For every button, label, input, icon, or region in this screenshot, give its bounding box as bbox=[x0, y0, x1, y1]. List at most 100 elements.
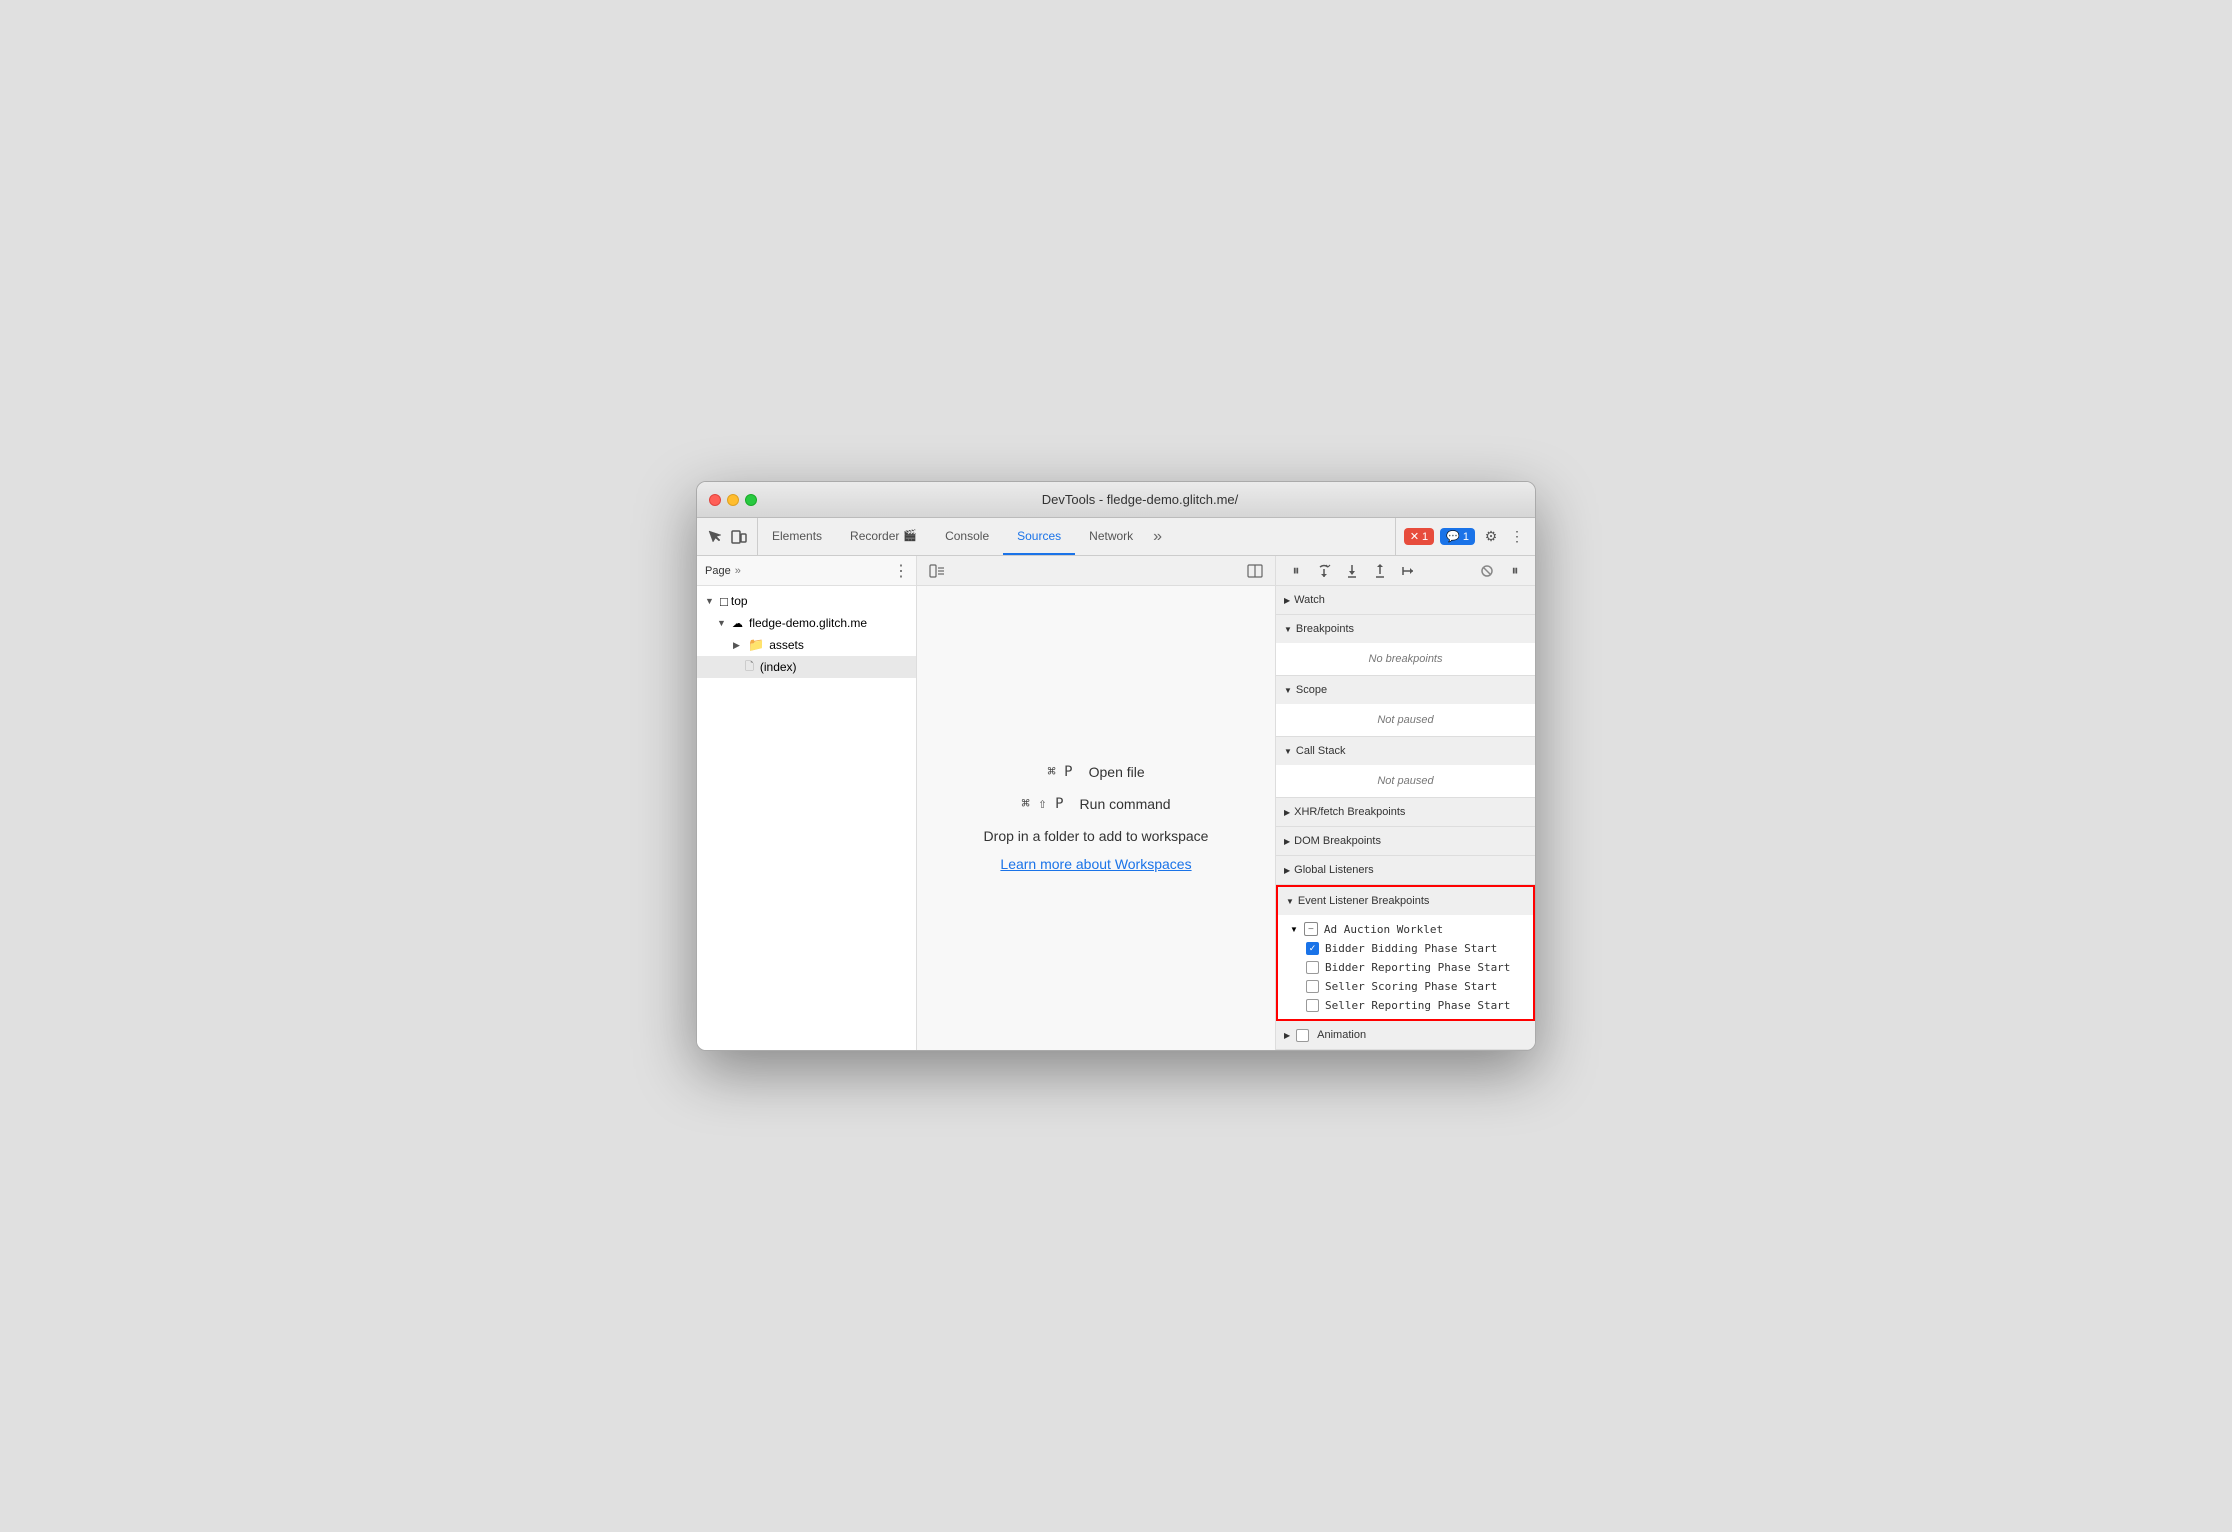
section-breakpoints: ▼ Breakpoints No breakpoints bbox=[1276, 615, 1535, 676]
folder-icon: □ bbox=[720, 594, 728, 609]
more-options-icon[interactable]: ⋮ bbox=[1507, 527, 1527, 547]
maximize-button[interactable] bbox=[745, 494, 757, 506]
ad-auction-collapse-icon: − bbox=[1304, 922, 1318, 936]
workspace-link[interactable]: Learn more about Workspaces bbox=[1000, 856, 1191, 872]
error-badge[interactable]: ✕ 1 bbox=[1404, 528, 1434, 545]
cloud-icon: ☁ bbox=[732, 617, 743, 630]
tree-item-index[interactable]: 🗋 (index) bbox=[697, 656, 916, 678]
bp-label-bidder-bidding: Bidder Bidding Phase Start bbox=[1325, 942, 1497, 955]
checkbox-bidder-bidding[interactable] bbox=[1306, 942, 1319, 955]
middle-panel: ⌘ P Open file ⌘ ⇧ P Run command Drop in … bbox=[917, 556, 1275, 1050]
pause-button[interactable]: ⏸ bbox=[1284, 559, 1308, 583]
title-bar: DevTools - fledge-demo.glitch.me/ bbox=[697, 482, 1535, 518]
arrow-down-icon: ▼ bbox=[705, 596, 717, 606]
main-content: Page » ⋮ ▼ □ top ▼ ☁ fledge-demo.glitch.… bbox=[697, 556, 1535, 1050]
middle-toolbar bbox=[917, 556, 1275, 586]
shortcut-keys-1: ⌘ P bbox=[1047, 764, 1072, 780]
section-global-header[interactable]: ▶ Global Listeners bbox=[1276, 856, 1535, 884]
section-scope-header[interactable]: ▼ Scope bbox=[1276, 676, 1535, 704]
section-event-listener-label: Event Listener Breakpoints bbox=[1298, 895, 1429, 907]
tab-sources[interactable]: Sources bbox=[1003, 518, 1075, 555]
close-button[interactable] bbox=[709, 494, 721, 506]
section-callstack-header[interactable]: ▼ Call Stack bbox=[1276, 737, 1535, 765]
shortcut-row-1: ⌘ P Open file bbox=[1047, 764, 1144, 780]
sidebar-toggle-icon[interactable] bbox=[925, 559, 949, 583]
window-title: DevTools - fledge-demo.glitch.me/ bbox=[757, 492, 1523, 507]
section-dom-label: DOM Breakpoints bbox=[1294, 835, 1381, 847]
section-breakpoints-header[interactable]: ▼ Breakpoints bbox=[1276, 615, 1535, 643]
ad-auction-worklet-label: Ad Auction Worklet bbox=[1324, 923, 1443, 936]
section-scope-label: Scope bbox=[1296, 684, 1327, 696]
section-dom-header[interactable]: ▶ DOM Breakpoints bbox=[1276, 827, 1535, 855]
tree-item-assets[interactable]: ▶ 📁 assets bbox=[697, 634, 916, 656]
breakpoints-empty-text: No breakpoints bbox=[1276, 647, 1535, 671]
checkbox-bidder-reporting[interactable] bbox=[1306, 961, 1319, 974]
step-button[interactable] bbox=[1396, 559, 1420, 583]
tab-bar-right: ✕ 1 💬 1 ⚙ ⋮ bbox=[1395, 518, 1535, 555]
section-global-label: Global Listeners bbox=[1294, 864, 1374, 876]
callstack-empty-text: Not paused bbox=[1276, 769, 1535, 793]
checkbox-seller-scoring[interactable] bbox=[1306, 980, 1319, 993]
tab-elements[interactable]: Elements bbox=[758, 518, 836, 555]
shortcut-row-2: ⌘ ⇧ P Run command bbox=[1021, 796, 1170, 812]
section-xhr-header[interactable]: ▶ XHR/fetch Breakpoints bbox=[1276, 798, 1535, 826]
scope-arrow-icon: ▼ bbox=[1284, 686, 1292, 695]
file-panel-menu[interactable]: ⋮ bbox=[893, 561, 908, 581]
section-scope-body: Not paused bbox=[1276, 704, 1535, 736]
checkbox-seller-reporting[interactable] bbox=[1306, 999, 1319, 1012]
tab-recorder[interactable]: Recorder 🎬 bbox=[836, 518, 931, 555]
info-badge[interactable]: 💬 1 bbox=[1440, 528, 1475, 545]
section-animation-label: Animation bbox=[1317, 1029, 1366, 1041]
section-event-listener-header[interactable]: ▼ Event Listener Breakpoints bbox=[1278, 887, 1533, 915]
section-dom-breakpoints: ▶ DOM Breakpoints bbox=[1276, 827, 1535, 856]
section-xhr-breakpoints: ▶ XHR/fetch Breakpoints bbox=[1276, 798, 1535, 827]
minimize-button[interactable] bbox=[727, 494, 739, 506]
tree-item-top[interactable]: ▼ □ top bbox=[697, 590, 916, 612]
pause-exceptions-button[interactable]: ⏸ bbox=[1503, 559, 1527, 583]
inspect-icon[interactable] bbox=[705, 527, 725, 547]
section-animation: ▶ Animation bbox=[1276, 1021, 1535, 1050]
deactivate-breakpoints-button[interactable] bbox=[1475, 559, 1499, 583]
section-breakpoints-body: No breakpoints bbox=[1276, 643, 1535, 675]
watch-arrow-icon: ▶ bbox=[1284, 596, 1290, 605]
file-panel-title: Page bbox=[705, 565, 731, 577]
bp-seller-reporting[interactable]: Seller Reporting Phase Start bbox=[1278, 996, 1533, 1015]
section-watch: ▶ Watch bbox=[1276, 586, 1535, 615]
xhr-arrow-icon: ▶ bbox=[1284, 808, 1290, 817]
bp-label-bidder-reporting: Bidder Reporting Phase Start bbox=[1325, 961, 1510, 974]
tabs: Elements Recorder 🎬 Console Sources Netw… bbox=[758, 518, 1395, 555]
more-tabs-button[interactable]: » bbox=[1147, 518, 1168, 555]
toggle-device-icon[interactable] bbox=[729, 527, 749, 547]
step-out-button[interactable] bbox=[1368, 559, 1392, 583]
scope-empty-text: Not paused bbox=[1276, 708, 1535, 732]
tree-item-domain[interactable]: ▼ ☁ fledge-demo.glitch.me bbox=[697, 612, 916, 634]
animation-checkbox[interactable] bbox=[1296, 1029, 1309, 1042]
step-into-button[interactable] bbox=[1340, 559, 1364, 583]
shortcut-label-2: Run command bbox=[1080, 796, 1171, 812]
breakpoints-arrow-icon: ▼ bbox=[1284, 625, 1292, 634]
section-watch-label: Watch bbox=[1294, 594, 1325, 606]
section-watch-header[interactable]: ▶ Watch bbox=[1276, 586, 1535, 614]
drop-label: Drop in a folder to add to workspace bbox=[984, 828, 1209, 844]
step-over-button[interactable] bbox=[1312, 559, 1336, 583]
settings-icon[interactable]: ⚙ bbox=[1481, 527, 1501, 547]
section-callstack: ▼ Call Stack Not paused bbox=[1276, 737, 1535, 798]
bp-label-seller-scoring: Seller Scoring Phase Start bbox=[1325, 980, 1497, 993]
bp-seller-scoring[interactable]: Seller Scoring Phase Start bbox=[1278, 977, 1533, 996]
tree-label-domain: fledge-demo.glitch.me bbox=[749, 616, 867, 630]
debugger-toolbar: ⏸ bbox=[1276, 556, 1535, 586]
section-scope: ▼ Scope Not paused bbox=[1276, 676, 1535, 737]
subsection-ad-auction-worklet[interactable]: ▼ − Ad Auction Worklet bbox=[1278, 919, 1533, 939]
dom-arrow-icon: ▶ bbox=[1284, 837, 1290, 846]
tab-network[interactable]: Network bbox=[1075, 518, 1147, 555]
callstack-arrow-icon: ▼ bbox=[1284, 747, 1292, 756]
panel-layout-icon[interactable] bbox=[1243, 559, 1267, 583]
file-panel-more[interactable]: » bbox=[735, 565, 741, 577]
tab-console[interactable]: Console bbox=[931, 518, 1003, 555]
bp-bidder-reporting[interactable]: Bidder Reporting Phase Start bbox=[1278, 958, 1533, 977]
section-animation-header[interactable]: ▶ Animation bbox=[1276, 1021, 1535, 1049]
section-callstack-label: Call Stack bbox=[1296, 745, 1346, 757]
event-listener-arrow-icon: ▼ bbox=[1286, 897, 1294, 906]
bp-bidder-bidding[interactable]: Bidder Bidding Phase Start bbox=[1278, 939, 1533, 958]
ad-auction-arrow-icon: ▼ bbox=[1290, 925, 1298, 934]
